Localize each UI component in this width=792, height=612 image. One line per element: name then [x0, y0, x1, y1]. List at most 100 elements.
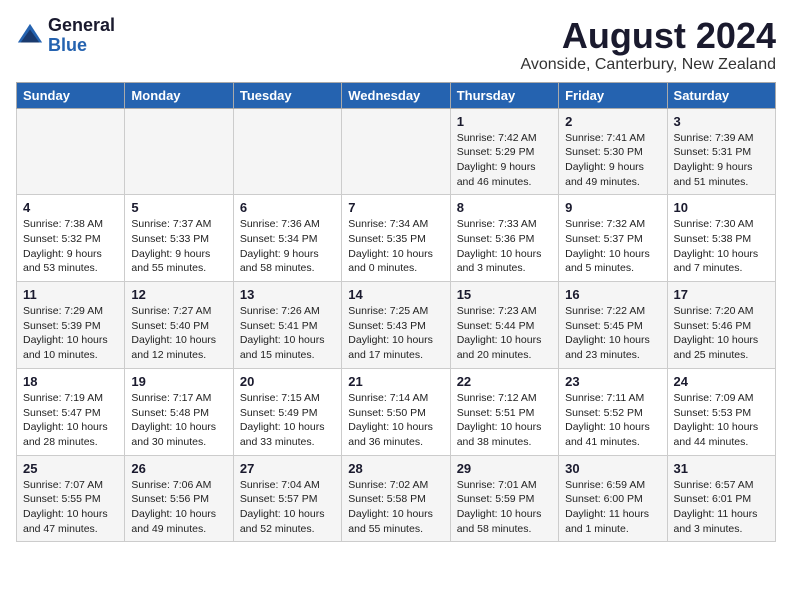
calendar-cell: 6 Sunrise: 7:36 AM Sunset: 5:34 PM Daylig…: [233, 195, 341, 282]
header-day-thursday: Thursday: [450, 82, 558, 108]
calendar-cell: 29 Sunrise: 7:01 AM Sunset: 5:59 PM Dayli…: [450, 455, 558, 542]
calendar-subtitle: Avonside, Canterbury, New Zealand: [520, 56, 776, 74]
logo-icon: [16, 22, 44, 50]
calendar-cell: 22 Sunrise: 7:12 AM Sunset: 5:51 PM Dayli…: [450, 368, 558, 455]
calendar-table: SundayMondayTuesdayWednesdayThursdayFrid…: [16, 82, 776, 543]
calendar-cell: 8 Sunrise: 7:33 AM Sunset: 5:36 PM Daylig…: [450, 195, 558, 282]
day-info: Sunrise: 7:36 AM Sunset: 5:34 PM Dayligh…: [240, 217, 335, 276]
calendar-cell: 23 Sunrise: 7:11 AM Sunset: 5:52 PM Dayli…: [559, 368, 667, 455]
header-day-sunday: Sunday: [17, 82, 125, 108]
day-number: 11: [23, 287, 118, 302]
day-number: 3: [674, 114, 769, 129]
week-row-4: 18Sunrise: 7:19 AM Sunset: 5:47 PM Dayli…: [17, 368, 776, 455]
day-info: Sunrise: 6:57 AM Sunset: 6:01 PM Dayligh…: [674, 478, 769, 537]
day-number: 8: [457, 200, 552, 215]
header-day-tuesday: Tuesday: [233, 82, 341, 108]
calendar-cell: 18Sunrise: 7:19 AM Sunset: 5:47 PM Dayli…: [17, 368, 125, 455]
day-info: Sunrise: 7:14 AM Sunset: 5:50 PM Dayligh…: [348, 391, 443, 450]
calendar-cell: 27 Sunrise: 7:04 AM Sunset: 5:57 PM Dayli…: [233, 455, 341, 542]
day-info: Sunrise: 7:01 AM Sunset: 5:59 PM Dayligh…: [457, 478, 552, 537]
day-info: Sunrise: 7:15 AM Sunset: 5:49 PM Dayligh…: [240, 391, 335, 450]
day-info: Sunrise: 7:25 AM Sunset: 5:43 PM Dayligh…: [348, 304, 443, 363]
day-number: 24: [674, 374, 769, 389]
calendar-cell: 26Sunrise: 7:06 AM Sunset: 5:56 PM Dayli…: [125, 455, 233, 542]
calendar-cell: 19 Sunrise: 7:17 AM Sunset: 5:48 PM Dayli…: [125, 368, 233, 455]
calendar-cell: 1 Sunrise: 7:42 AM Sunset: 5:29 PM Daylig…: [450, 108, 558, 195]
day-number: 18: [23, 374, 118, 389]
week-row-1: 1 Sunrise: 7:42 AM Sunset: 5:29 PM Daylig…: [17, 108, 776, 195]
day-number: 4: [23, 200, 118, 215]
logo-blue: Blue: [48, 36, 115, 56]
calendar-title: August 2024: [520, 16, 776, 56]
day-info: Sunrise: 7:27 AM Sunset: 5:40 PM Dayligh…: [131, 304, 226, 363]
calendar-cell: 2Sunrise: 7:41 AM Sunset: 5:30 PM Daylig…: [559, 108, 667, 195]
day-number: 19: [131, 374, 226, 389]
day-number: 26: [131, 461, 226, 476]
day-info: Sunrise: 6:59 AM Sunset: 6:00 PM Dayligh…: [565, 478, 660, 537]
day-info: Sunrise: 7:02 AM Sunset: 5:58 PM Dayligh…: [348, 478, 443, 537]
day-info: Sunrise: 7:17 AM Sunset: 5:48 PM Dayligh…: [131, 391, 226, 450]
calendar-cell: 10Sunrise: 7:30 AM Sunset: 5:38 PM Dayli…: [667, 195, 775, 282]
calendar-cell: [17, 108, 125, 195]
day-number: 21: [348, 374, 443, 389]
day-number: 31: [674, 461, 769, 476]
day-info: Sunrise: 7:23 AM Sunset: 5:44 PM Dayligh…: [457, 304, 552, 363]
calendar-cell: 28 Sunrise: 7:02 AM Sunset: 5:58 PM Dayli…: [342, 455, 450, 542]
day-number: 7: [348, 200, 443, 215]
day-info: Sunrise: 7:04 AM Sunset: 5:57 PM Dayligh…: [240, 478, 335, 537]
day-number: 17: [674, 287, 769, 302]
day-number: 1: [457, 114, 552, 129]
day-info: Sunrise: 7:32 AM Sunset: 5:37 PM Dayligh…: [565, 217, 660, 276]
day-number: 28: [348, 461, 443, 476]
calendar-cell: [125, 108, 233, 195]
calendar-cell: 7 Sunrise: 7:34 AM Sunset: 5:35 PM Daylig…: [342, 195, 450, 282]
calendar-cell: 11Sunrise: 7:29 AM Sunset: 5:39 PM Dayli…: [17, 282, 125, 369]
day-number: 23: [565, 374, 660, 389]
day-number: 20: [240, 374, 335, 389]
day-number: 27: [240, 461, 335, 476]
day-info: Sunrise: 7:11 AM Sunset: 5:52 PM Dayligh…: [565, 391, 660, 450]
day-number: 25: [23, 461, 118, 476]
day-info: Sunrise: 7:33 AM Sunset: 5:36 PM Dayligh…: [457, 217, 552, 276]
calendar-cell: [342, 108, 450, 195]
day-info: Sunrise: 7:37 AM Sunset: 5:33 PM Dayligh…: [131, 217, 226, 276]
day-info: Sunrise: 7:38 AM Sunset: 5:32 PM Dayligh…: [23, 217, 118, 276]
day-number: 9: [565, 200, 660, 215]
day-number: 12: [131, 287, 226, 302]
day-number: 6: [240, 200, 335, 215]
header-day-friday: Friday: [559, 82, 667, 108]
day-info: Sunrise: 7:42 AM Sunset: 5:29 PM Dayligh…: [457, 131, 552, 190]
header-row: SundayMondayTuesdayWednesdayThursdayFrid…: [17, 82, 776, 108]
calendar-cell: 5 Sunrise: 7:37 AM Sunset: 5:33 PM Daylig…: [125, 195, 233, 282]
calendar-cell: [233, 108, 341, 195]
calendar-cell: 17 Sunrise: 7:20 AM Sunset: 5:46 PM Dayli…: [667, 282, 775, 369]
day-info: Sunrise: 7:12 AM Sunset: 5:51 PM Dayligh…: [457, 391, 552, 450]
calendar-cell: 3Sunrise: 7:39 AM Sunset: 5:31 PM Daylig…: [667, 108, 775, 195]
day-number: 16: [565, 287, 660, 302]
day-info: Sunrise: 7:09 AM Sunset: 5:53 PM Dayligh…: [674, 391, 769, 450]
calendar-cell: 14Sunrise: 7:25 AM Sunset: 5:43 PM Dayli…: [342, 282, 450, 369]
calendar-cell: 16Sunrise: 7:22 AM Sunset: 5:45 PM Dayli…: [559, 282, 667, 369]
week-row-5: 25Sunrise: 7:07 AM Sunset: 5:55 PM Dayli…: [17, 455, 776, 542]
calendar-cell: 9 Sunrise: 7:32 AM Sunset: 5:37 PM Daylig…: [559, 195, 667, 282]
calendar-cell: 20 Sunrise: 7:15 AM Sunset: 5:49 PM Dayli…: [233, 368, 341, 455]
day-number: 29: [457, 461, 552, 476]
logo-text: General Blue: [48, 16, 115, 56]
day-info: Sunrise: 7:30 AM Sunset: 5:38 PM Dayligh…: [674, 217, 769, 276]
day-number: 22: [457, 374, 552, 389]
day-number: 13: [240, 287, 335, 302]
day-number: 2: [565, 114, 660, 129]
header-day-wednesday: Wednesday: [342, 82, 450, 108]
page-header: General Blue August 2024 Avonside, Cante…: [16, 16, 776, 74]
day-info: Sunrise: 7:34 AM Sunset: 5:35 PM Dayligh…: [348, 217, 443, 276]
calendar-cell: 31 Sunrise: 6:57 AM Sunset: 6:01 PM Dayli…: [667, 455, 775, 542]
day-info: Sunrise: 7:20 AM Sunset: 5:46 PM Dayligh…: [674, 304, 769, 363]
header-day-saturday: Saturday: [667, 82, 775, 108]
day-info: Sunrise: 7:26 AM Sunset: 5:41 PM Dayligh…: [240, 304, 335, 363]
calendar-cell: 25Sunrise: 7:07 AM Sunset: 5:55 PM Dayli…: [17, 455, 125, 542]
header-day-monday: Monday: [125, 82, 233, 108]
day-number: 5: [131, 200, 226, 215]
logo-general: General: [48, 16, 115, 36]
title-block: August 2024 Avonside, Canterbury, New Ze…: [520, 16, 776, 74]
day-number: 30: [565, 461, 660, 476]
